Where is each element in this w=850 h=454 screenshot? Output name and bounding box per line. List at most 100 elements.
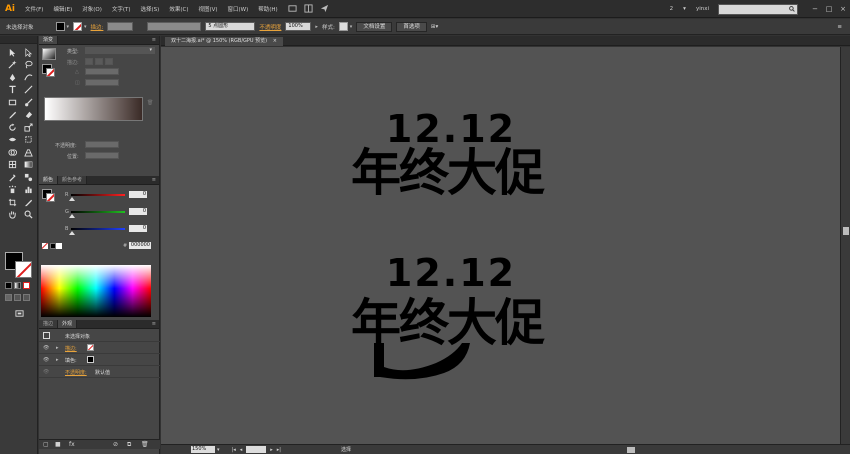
artwork-slogan-top[interactable]: 年终大促 — [337, 147, 557, 199]
zoom-field[interactable]: 150% — [191, 446, 215, 453]
channel-b-value[interactable]: 0 — [129, 225, 147, 232]
symbol-sprayer-icon[interactable] — [5, 184, 19, 197]
chevron-down-icon[interactable]: ▾ — [217, 447, 220, 453]
draw-normal-icon[interactable] — [5, 294, 12, 301]
artboard-tool-icon[interactable] — [5, 196, 19, 209]
gradient-slider-bar[interactable] — [44, 97, 143, 121]
fill-swatch[interactable] — [55, 22, 65, 31]
color-spectrum[interactable] — [41, 265, 151, 317]
gradient-stroke-swatch[interactable] — [46, 68, 55, 77]
appearance-fill-swatch[interactable] — [87, 356, 94, 363]
artboard-number-field[interactable] — [246, 446, 267, 453]
zoom-tool-icon[interactable] — [21, 209, 35, 222]
panel-menu-icon[interactable]: ≡ — [152, 177, 156, 183]
hex-input[interactable]: 000000 — [129, 242, 151, 249]
eraser-icon[interactable] — [21, 109, 35, 122]
tab-appearance[interactable]: 外观 — [58, 320, 78, 328]
variable-width-field[interactable] — [147, 22, 202, 31]
appearance-opacity-label[interactable]: 不透明度: — [65, 369, 87, 376]
artwork-ribbon-shape[interactable] — [366, 329, 476, 381]
slice-tool-icon[interactable] — [21, 196, 35, 209]
appearance-title-row[interactable]: 未选择对象 — [39, 330, 160, 342]
artwork-number-top[interactable]: 12.12 — [376, 109, 526, 149]
align-icon[interactable]: ⊞▾ — [431, 24, 438, 30]
appearance-stroke-row[interactable]: 👁 ▸ 描边: — [39, 342, 160, 354]
direct-selection-tool-icon[interactable] — [21, 46, 35, 59]
gradient-stroke-option-3[interactable] — [105, 58, 113, 65]
channel-g-slider[interactable] — [71, 211, 125, 213]
vertical-scroll-thumb[interactable] — [843, 227, 849, 235]
stroke-swatch[interactable] — [73, 22, 83, 31]
eye-icon[interactable]: 👁 — [43, 357, 49, 363]
horizontal-scroll-thumb[interactable] — [627, 447, 635, 453]
menu-effect[interactable]: 效果(C) — [164, 5, 193, 13]
close-icon[interactable]: × — [273, 38, 277, 44]
channel-r-knob[interactable] — [69, 197, 75, 201]
search-input[interactable] — [718, 3, 798, 15]
eye-icon[interactable]: 👁 — [43, 345, 49, 351]
tab-stroke[interactable]: 描边 — [39, 320, 59, 328]
stroke-weight-field[interactable] — [107, 22, 134, 31]
maximize-button[interactable]: □ — [822, 5, 836, 13]
trash-icon[interactable]: 🗑 — [141, 441, 149, 448]
opacity-field[interactable]: 100% — [285, 22, 312, 31]
gradient-type-select[interactable]: ▾ — [85, 47, 155, 54]
expand-triangle-icon[interactable]: ▸ — [56, 345, 59, 351]
tab-color-guide[interactable]: 颜色参考 — [58, 176, 88, 184]
menu-window[interactable]: 窗口(W) — [223, 5, 254, 13]
channel-r-slider[interactable] — [71, 194, 125, 196]
appearance-stroke-label[interactable]: 描边: — [65, 345, 77, 352]
hand-tool-icon[interactable] — [5, 209, 19, 222]
column-graph-icon[interactable] — [21, 184, 35, 197]
expand-triangle-icon[interactable]: ▸ — [56, 357, 59, 363]
document-tab[interactable]: 双十二海报.ai* @ 150% (RGB/GPU 预览) × — [165, 37, 283, 46]
stroke-color-box[interactable] — [15, 261, 32, 278]
screen-mode-icon[interactable] — [12, 307, 26, 320]
channel-b-knob[interactable] — [69, 231, 75, 235]
pen-tool-icon[interactable] — [5, 71, 19, 84]
gradient-opacity-field[interactable] — [85, 141, 119, 148]
magic-wand-icon[interactable] — [5, 59, 19, 72]
panel-menu-icon[interactable]: ≡ — [152, 321, 156, 327]
rectangle-tool-icon[interactable] — [5, 96, 19, 109]
lasso-icon[interactable] — [21, 59, 35, 72]
next-artboard-icon[interactable]: ▸ — [270, 447, 273, 453]
blend-tool-icon[interactable] — [21, 171, 35, 184]
prev-artboard-icon[interactable]: ◂ — [240, 447, 243, 453]
canvas[interactable]: 12.12 年终大促 12.12 年终大促 — [161, 47, 840, 444]
appearance-stroke-swatch[interactable] — [87, 344, 94, 351]
close-button[interactable]: × — [836, 5, 850, 13]
tab-gradient[interactable]: 渐变 — [39, 36, 59, 44]
gradient-stroke-option-1[interactable] — [85, 58, 93, 65]
new-stroke-icon[interactable]: ▢ — [43, 441, 49, 448]
menu-view[interactable]: 视图(V) — [193, 5, 222, 13]
shape-builder-icon[interactable] — [5, 146, 19, 159]
draw-behind-icon[interactable] — [14, 294, 21, 301]
free-transform-icon[interactable] — [21, 134, 35, 147]
chevron-down-icon[interactable]: ▾ — [350, 24, 353, 30]
eye-icon[interactable]: 👁 — [43, 369, 49, 375]
channel-b-slider[interactable] — [71, 228, 125, 230]
menu-edit[interactable]: 编辑(E) — [48, 5, 77, 13]
duplicate-icon[interactable]: ⧉ — [127, 441, 131, 449]
color-stroke-swatch[interactable] — [46, 193, 55, 202]
menu-type[interactable]: 文字(T) — [107, 5, 136, 13]
gradient-mode-icon[interactable] — [14, 282, 21, 289]
chevron-down-icon[interactable]: ▾ — [84, 24, 87, 30]
scale-tool-icon[interactable] — [21, 121, 35, 134]
style-swatch[interactable] — [338, 22, 348, 31]
menu-object[interactable]: 对象(O) — [77, 5, 107, 13]
send-icon[interactable] — [319, 3, 331, 15]
perspective-grid-icon[interactable] — [21, 146, 35, 159]
brush-field[interactable]: 5 点圆形 — [205, 22, 256, 31]
clear-appearance-icon[interactable]: ⊘ — [113, 441, 118, 448]
tab-color[interactable]: 颜色 — [39, 176, 59, 184]
type-tool-icon[interactable] — [5, 84, 19, 97]
gradient-angle-field[interactable] — [85, 68, 119, 75]
channel-r-value[interactable]: 0 — [129, 191, 147, 198]
eyedropper-icon[interactable] — [5, 171, 19, 184]
menu-select[interactable]: 选择(S) — [136, 5, 165, 13]
first-artboard-icon[interactable]: |◂ — [232, 447, 236, 453]
rotate-tool-icon[interactable] — [5, 121, 19, 134]
last-artboard-icon[interactable]: ▸| — [277, 447, 281, 453]
